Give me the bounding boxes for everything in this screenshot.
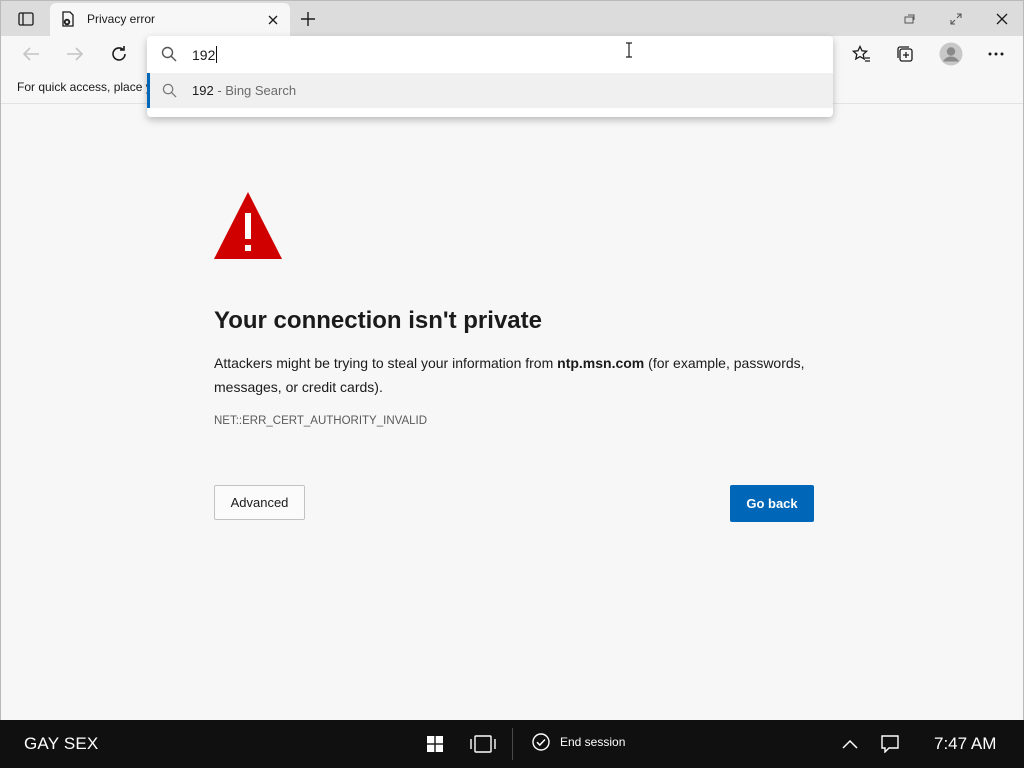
- suggestion-item[interactable]: 192 - Bing Search: [147, 73, 833, 108]
- forward-nav-button[interactable]: [60, 40, 90, 68]
- window-close-button[interactable]: [988, 6, 1016, 32]
- address-bar-input[interactable]: 192: [192, 46, 218, 63]
- tab-strip: Privacy error: [1, 1, 1023, 36]
- error-description: Attackers might be trying to steal your …: [214, 351, 824, 399]
- error-code: NET::ERR_CERT_AUTHORITY_INVALID: [214, 415, 428, 427]
- collections-icon: [897, 46, 913, 62]
- task-view-button[interactable]: [470, 732, 496, 756]
- refresh-button[interactable]: [104, 40, 134, 68]
- tab-actions-icon: [18, 12, 34, 26]
- minimize-button[interactable]: [896, 6, 924, 32]
- expand-icon: [950, 13, 962, 25]
- suggestion-source: - Bing Search: [213, 83, 297, 98]
- end-session-button[interactable]: End session: [532, 733, 625, 751]
- address-bar-dropdown: 192 192 - Bing Search: [147, 36, 833, 117]
- new-tab-button[interactable]: [297, 8, 319, 30]
- settings-more-button[interactable]: [981, 40, 1011, 68]
- close-icon: [996, 13, 1008, 25]
- go-back-button[interactable]: Go back: [730, 485, 814, 522]
- tab-close-button[interactable]: [263, 10, 283, 30]
- advanced-button[interactable]: Advanced: [214, 485, 305, 520]
- search-icon: [161, 46, 177, 62]
- text-cursor-icon: [626, 42, 632, 58]
- profile-button[interactable]: [936, 40, 966, 68]
- suggestion-text: 192 - Bing Search: [192, 83, 296, 98]
- warning-icon: [214, 192, 282, 259]
- restore-small-icon: [904, 14, 915, 24]
- check-circle-icon: [532, 733, 550, 751]
- arrow-right-icon: [67, 47, 84, 61]
- tab-title: Privacy error: [87, 12, 156, 26]
- avatar-icon: [939, 42, 963, 66]
- maximize-button[interactable]: [942, 6, 970, 32]
- task-view-icon: [470, 735, 496, 753]
- refresh-icon: [112, 46, 126, 61]
- star-list-icon: [852, 45, 870, 62]
- plus-icon: [301, 12, 315, 26]
- start-button[interactable]: [422, 732, 448, 756]
- error-domain: ntp.msn.com: [557, 355, 645, 371]
- windows-logo-icon: [427, 736, 443, 752]
- search-icon: [162, 83, 177, 98]
- address-bar[interactable]: 192: [147, 36, 833, 73]
- address-bar-query: 192: [192, 47, 216, 63]
- text-caret: [216, 46, 218, 63]
- suggestion-query: 192: [192, 83, 214, 98]
- end-session-label: End session: [560, 735, 626, 749]
- browser-window: Privacy error For quick access, place y …: [0, 0, 1024, 720]
- favorites-button[interactable]: [846, 40, 876, 68]
- collections-button[interactable]: [890, 40, 920, 68]
- arrow-left-icon: [22, 47, 39, 61]
- notifications-button[interactable]: [877, 732, 903, 756]
- page-title: Your connection isn't private: [214, 307, 542, 334]
- close-icon: [268, 15, 278, 25]
- description-text-before: Attackers might be trying to steal your …: [214, 355, 558, 371]
- tab-privacy-error[interactable]: Privacy error: [50, 3, 290, 36]
- taskbar: GAY SEX End session 7:47 AM: [0, 720, 1024, 768]
- chat-bubble-icon: [881, 735, 899, 753]
- more-dots-icon: [988, 52, 1004, 56]
- taskbar-divider: [512, 728, 513, 760]
- clock[interactable]: 7:47 AM: [934, 734, 996, 754]
- back-nav-button[interactable]: [16, 40, 46, 68]
- taskbar-brand-label: GAY SEX: [24, 734, 99, 753]
- chevron-up-icon: [842, 739, 858, 749]
- tab-actions-button[interactable]: [9, 8, 43, 30]
- document-warning-icon: [62, 11, 74, 27]
- favorites-bar-hint: For quick access, place y: [17, 80, 149, 94]
- show-hidden-icons-button[interactable]: [837, 732, 863, 756]
